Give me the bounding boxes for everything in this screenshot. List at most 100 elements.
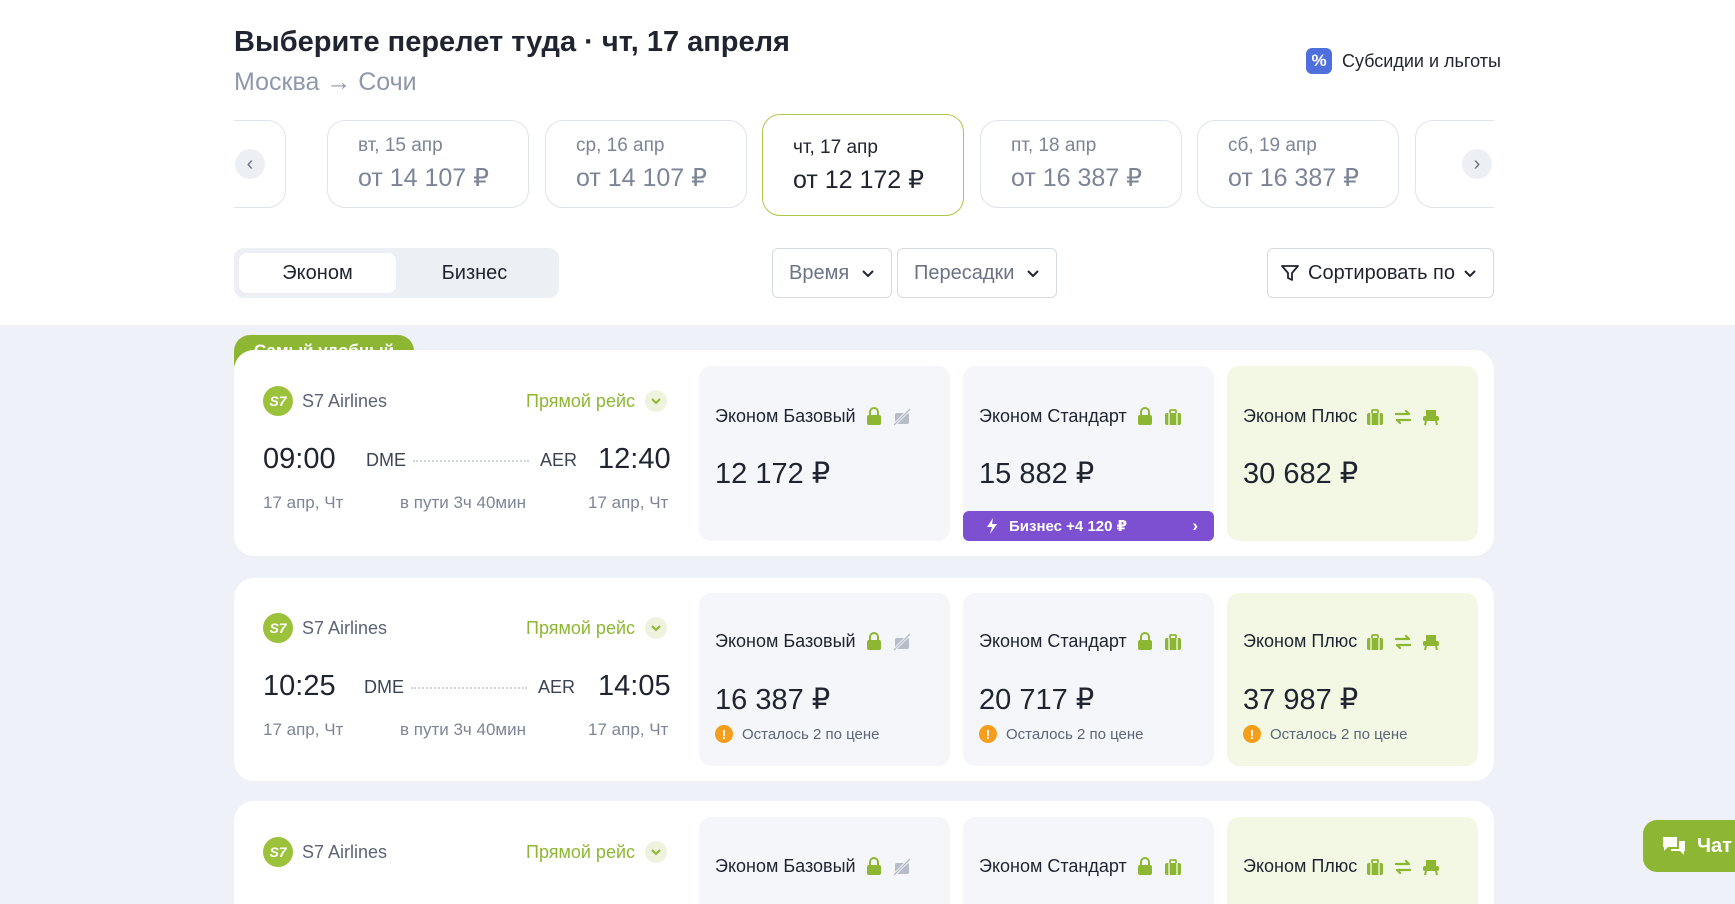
sort-label: Сортировать по [1308, 261, 1456, 284]
airline-name: S7 Airlines [302, 390, 388, 411]
suitcase-icon [1365, 857, 1385, 877]
fare-plus[interactable]: Эконом Плюс 37 987 ₽ ! Осталось 2 по цен… [1227, 593, 1478, 766]
subsidies-link[interactable]: % Субсидии и льготы [1306, 48, 1501, 74]
direct-flight-label: Прямой рейс [526, 841, 636, 862]
fare-basic[interactable]: Эконом Базовый 16 387 ₽ ! Осталось 2 по … [699, 593, 950, 766]
fare-name: Эконом Стандарт [979, 856, 1127, 876]
direct-flight-toggle[interactable]: Прямой рейс [526, 390, 668, 412]
date-card-selected[interactable]: чт, 17 апр от 12 172 ₽ [762, 114, 964, 216]
flight-duration: в пути 3ч 40мин [400, 720, 526, 739]
seat-icon [1421, 407, 1441, 427]
exchange-icon [1393, 407, 1413, 427]
fare-name: Эконом Плюс [1243, 856, 1358, 876]
chevron-down-icon [862, 270, 874, 278]
seats-left-label: Осталось 2 по цене [1270, 725, 1408, 743]
s7-logo-icon: S7 [263, 837, 293, 867]
chevron-right-icon[interactable]: › [1462, 149, 1492, 179]
departure-airport: DME [364, 677, 404, 697]
date-card[interactable]: сб, 19 апр от 16 387 ₽ [1197, 120, 1399, 208]
date-card-price: от 14 107 ₽ [576, 164, 708, 192]
date-card-day: сб, 19 апр [1228, 135, 1317, 156]
hand-bag-icon [864, 407, 884, 427]
filter-funnel-icon [1281, 265, 1299, 281]
tab-business[interactable]: Бизнес [396, 253, 553, 293]
date-card-price: от 16 387 ₽ [1011, 164, 1143, 192]
arrival-airport: AER [538, 677, 576, 697]
date-card-day: чт, 17 апр [793, 137, 878, 158]
arrival-time: 12:40 [598, 443, 671, 475]
seats-left-note: ! Осталось 2 по цене [979, 725, 1144, 743]
hand-bag-icon [864, 632, 884, 652]
warning-icon: ! [1243, 725, 1261, 743]
fare-name: Эконом Базовый [715, 406, 856, 426]
departure-date: 17 апр, Чт [263, 720, 344, 739]
tab-economy[interactable]: Эконом [239, 253, 396, 293]
fare-price: 12 172 ₽ [715, 458, 831, 490]
hand-bag-icon [864, 857, 884, 877]
date-card[interactable]: вт, 15 апр от 14 107 ₽ [327, 120, 529, 208]
suitcase-icon [1365, 632, 1385, 652]
fare-standard[interactable]: Эконом Стандарт 20 717 ₽ ! Осталось 2 по… [963, 593, 1214, 766]
fare-basic[interactable]: Эконом Базовый 12 172 ₽ [699, 366, 950, 541]
arrival-date: 17 апр, Чт [588, 493, 669, 512]
chat-bubbles-icon [1663, 837, 1685, 855]
date-card-price: от 16 387 ₽ [1228, 164, 1360, 192]
departure-airport: DME [366, 450, 406, 470]
seats-left-note: ! Осталось 2 по цене [715, 725, 880, 743]
departure-time: 09:00 [263, 443, 336, 475]
date-card-day: вт, 15 апр [358, 135, 443, 156]
chevron-down-icon [1464, 270, 1476, 278]
no-baggage-icon [892, 632, 912, 652]
seats-left-note: ! Осталось 2 по цене [1243, 725, 1408, 743]
fare-price: 37 987 ₽ [1243, 684, 1359, 716]
route-label: Москва → Сочи [234, 68, 417, 96]
warning-icon: ! [715, 725, 733, 743]
s7-logo-icon: S7 [263, 613, 293, 643]
business-upgrade-button[interactable]: Бизнес +4 120 ₽ › [963, 511, 1214, 541]
chevron-left-icon[interactable]: ‹ [235, 149, 265, 179]
direct-flight-label: Прямой рейс [526, 617, 636, 638]
fare-standard[interactable]: Эконом Стандарт [963, 817, 1214, 904]
arrival-date: 17 апр, Чт [588, 720, 669, 739]
fare-name: Эконом Стандарт [979, 631, 1127, 651]
chat-button[interactable]: Чат [1643, 820, 1735, 872]
suitcase-icon [1163, 857, 1183, 877]
sort-dropdown[interactable]: Сортировать по [1267, 248, 1495, 298]
time-filter-label: Время [789, 261, 850, 284]
exchange-icon [1393, 857, 1413, 877]
arrival-time: 14:05 [598, 670, 671, 702]
direct-flight-label: Прямой рейс [526, 390, 636, 411]
fare-plus[interactable]: Эконом Плюс 30 682 ₽ [1227, 366, 1478, 541]
direct-flight-toggle[interactable]: Прямой рейс [526, 841, 668, 863]
date-card[interactable]: пт, 18 апр от 16 387 ₽ [980, 120, 1182, 208]
arrival-airport: AER [540, 450, 578, 470]
date-card-price: от 12 172 ₽ [793, 166, 925, 194]
no-baggage-icon [892, 407, 912, 427]
date-card-day: ср, 16 апр [576, 135, 665, 156]
business-upgrade-label: Бизнес +4 120 ₽ [1009, 518, 1128, 535]
direct-flight-toggle[interactable]: Прямой рейс [526, 617, 668, 639]
date-card[interactable]: ср, 16 апр от 14 107 ₽ [545, 120, 747, 208]
fare-name: Эконом Базовый [715, 631, 856, 651]
fare-standard[interactable]: Эконом Стандарт 15 882 ₽ Бизнес +4 120 ₽… [963, 366, 1214, 541]
fare-name: Эконом Стандарт [979, 406, 1127, 426]
chevron-right-icon: › [1192, 516, 1198, 535]
hand-bag-icon [1135, 407, 1155, 427]
route-line [411, 687, 527, 689]
fare-name: Эконом Базовый [715, 856, 856, 876]
seats-left-label: Осталось 2 по цене [1006, 725, 1144, 743]
airline: S7 S7 Airlines [263, 613, 387, 643]
fare-price: 15 882 ₽ [979, 458, 1095, 490]
airline: S7 S7 Airlines [263, 386, 387, 416]
page-title: Выберите перелет туда · чт, 17 апреля [234, 26, 790, 58]
chevron-down-icon [1027, 270, 1040, 278]
fare-price: 20 717 ₽ [979, 684, 1095, 716]
fare-plus[interactable]: Эконом Плюс [1227, 817, 1478, 904]
fare-basic[interactable]: Эконом Базовый [699, 817, 950, 904]
transfers-filter[interactable]: Пересадки [897, 248, 1058, 298]
date-card-price: от 14 107 ₽ [358, 164, 490, 192]
percent-icon: % [1306, 48, 1332, 74]
suitcase-icon [1365, 407, 1385, 427]
chevron-down-icon [645, 390, 668, 412]
time-filter[interactable]: Время [772, 248, 893, 298]
